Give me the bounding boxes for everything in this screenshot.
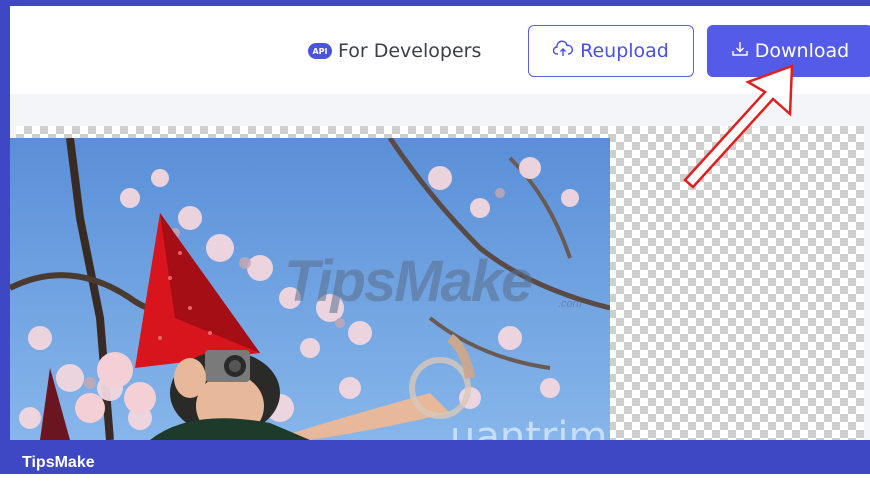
- tipsmake-watermark-suffix: .com: [558, 298, 582, 310]
- footer-strip: [0, 474, 870, 482]
- for-developers-link[interactable]: API For Developers: [308, 36, 481, 66]
- reupload-label: Reupload: [580, 40, 669, 62]
- reupload-button[interactable]: Reupload: [528, 25, 694, 77]
- download-icon: [731, 40, 749, 63]
- for-developers-label: For Developers: [338, 40, 482, 62]
- top-bar: API For Developers Reupload Download: [10, 6, 870, 94]
- app-window: API For Developers Reupload Download Tip…: [10, 6, 870, 440]
- api-badge-icon: API: [308, 43, 332, 59]
- quantrimang-watermark: uantrimang: [450, 414, 610, 440]
- processed-image: TipsMake .com uantrimang: [10, 138, 610, 440]
- footer-brand: TipsMake: [22, 454, 95, 471]
- tipsmake-watermark: TipsMake: [284, 249, 533, 314]
- download-label: Download: [754, 40, 850, 62]
- editor-workspace: TipsMake .com uantrimang: [10, 94, 870, 440]
- download-button[interactable]: Download: [707, 25, 870, 77]
- cloud-upload-icon: [552, 40, 574, 63]
